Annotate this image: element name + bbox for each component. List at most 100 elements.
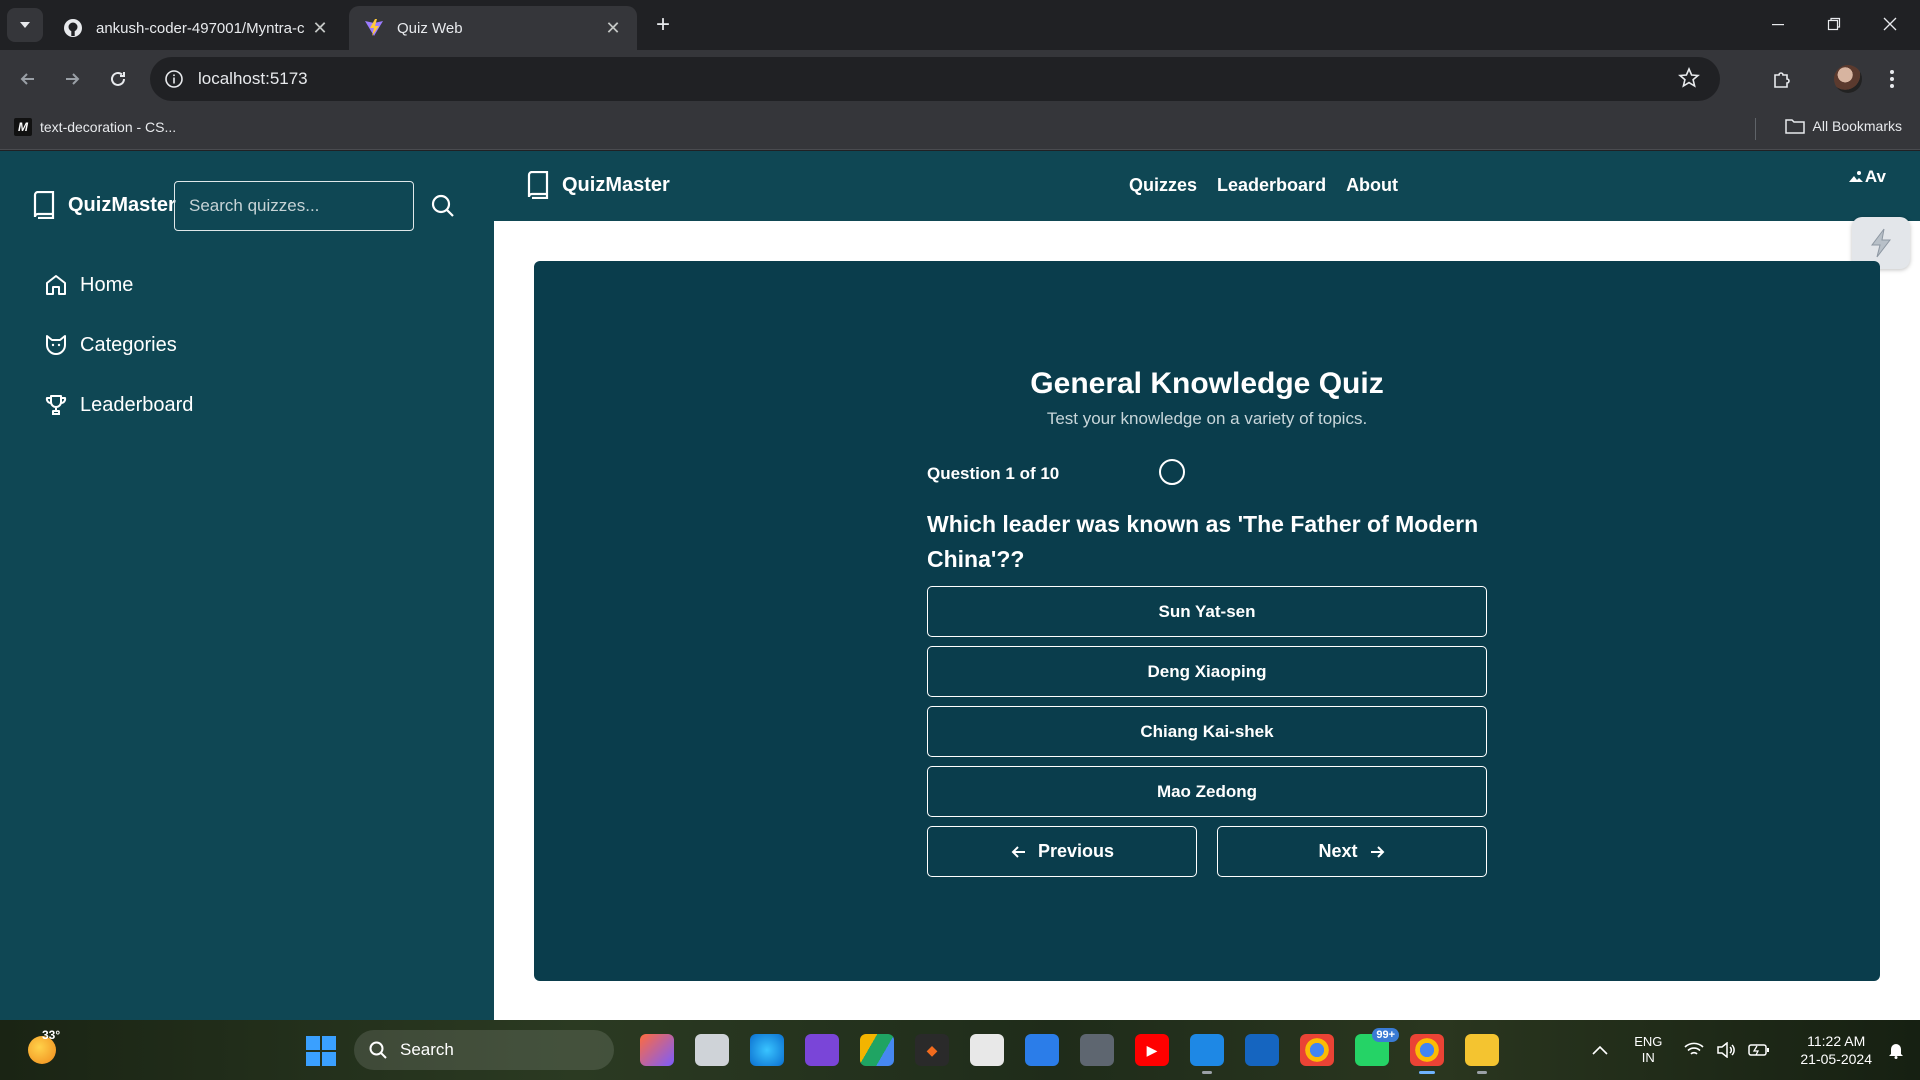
nav-link-leaderboard[interactable]: Leaderboard bbox=[1217, 175, 1326, 196]
google-drive-icon[interactable] bbox=[860, 1034, 894, 1066]
answer-option[interactable]: Deng Xiaoping bbox=[927, 646, 1487, 697]
sidebar-brand[interactable]: QuizMaster bbox=[32, 191, 176, 219]
answer-options: Sun Yat-sen Deng Xiaoping Chiang Kai-she… bbox=[927, 586, 1487, 826]
lang-code: ENG bbox=[1634, 1034, 1663, 1049]
search-icon[interactable] bbox=[430, 193, 456, 224]
search-icon bbox=[369, 1041, 387, 1059]
tab-search-button[interactable] bbox=[7, 8, 43, 42]
volume-icon[interactable] bbox=[1716, 1042, 1736, 1058]
close-window-button[interactable] bbox=[1862, 6, 1918, 42]
edge-icon[interactable] bbox=[750, 1034, 784, 1066]
close-icon[interactable]: ✕ bbox=[603, 18, 623, 39]
search-input[interactable] bbox=[174, 181, 414, 231]
taskbar-apps: ◆ ▶ 99+ bbox=[640, 1028, 1499, 1074]
calculator-icon[interactable] bbox=[1080, 1034, 1114, 1066]
battery-icon[interactable] bbox=[1748, 1043, 1770, 1057]
cat-icon bbox=[46, 335, 66, 355]
puzzle-icon bbox=[1774, 72, 1790, 88]
menu-button[interactable] bbox=[1876, 63, 1908, 95]
taskbar-search-label: Search bbox=[400, 1040, 454, 1059]
chevron-up-icon[interactable] bbox=[1592, 1045, 1608, 1055]
sidebar-item-home[interactable]: Home bbox=[44, 271, 193, 299]
brand-label: QuizMaster bbox=[562, 173, 670, 196]
answer-option[interactable]: Chiang Kai-shek bbox=[927, 706, 1487, 757]
forward-button[interactable] bbox=[56, 63, 88, 95]
minimize-icon bbox=[1772, 24, 1784, 26]
minimize-button[interactable] bbox=[1750, 6, 1806, 42]
chevron-down-icon bbox=[20, 22, 30, 28]
notification-badge: 99+ bbox=[1372, 1028, 1399, 1042]
windows-logo-icon bbox=[306, 1036, 320, 1050]
all-bookmarks-button[interactable]: All Bookmarks bbox=[1784, 118, 1902, 134]
user-avatar[interactable]: Av bbox=[1847, 167, 1886, 187]
navbar-links: Quizzes Leaderboard About bbox=[1129, 175, 1398, 196]
sidebar-item-categories[interactable]: Categories bbox=[44, 331, 193, 359]
wifi-icon[interactable] bbox=[1684, 1042, 1704, 1058]
clipchamp-icon[interactable] bbox=[805, 1034, 839, 1066]
figma-like-icon[interactable]: ◆ bbox=[915, 1034, 949, 1066]
bookmark-item[interactable]: M text-decoration - CS... bbox=[14, 118, 176, 136]
taskbar-search[interactable]: Search bbox=[354, 1030, 614, 1070]
extensions-button[interactable] bbox=[1766, 63, 1798, 95]
question-navigation: Previous Next bbox=[927, 826, 1487, 877]
close-icon[interactable]: ✕ bbox=[310, 18, 330, 39]
trophy-icon bbox=[45, 395, 67, 415]
sidebar-item-label: Home bbox=[80, 273, 134, 296]
start-button[interactable] bbox=[306, 1036, 336, 1066]
new-tab-button[interactable]: + bbox=[648, 10, 678, 40]
quiz-card: General Knowledge Quiz Test your knowled… bbox=[534, 261, 1880, 981]
sidebar: QuizMaster Home Categories Leaderboard bbox=[0, 151, 494, 1020]
time: 11:22 AM bbox=[1807, 1033, 1866, 1049]
kebab-menu-icon bbox=[1890, 70, 1894, 88]
github-icon bbox=[62, 17, 84, 39]
vpn-icon[interactable] bbox=[1245, 1034, 1279, 1066]
address-bar[interactable]: localhost:5173 bbox=[150, 57, 1720, 101]
lightning-icon bbox=[1871, 228, 1892, 258]
language-indicator[interactable]: ENG IN bbox=[1634, 1034, 1662, 1066]
close-icon bbox=[1883, 17, 1897, 31]
previous-label: Previous bbox=[1037, 841, 1115, 861]
nav-link-quizzes[interactable]: Quizzes bbox=[1129, 175, 1197, 196]
youtube-icon[interactable]: ▶ bbox=[1135, 1034, 1169, 1066]
page: QuizMaster Home Categories Leaderboard Q… bbox=[0, 151, 1920, 1020]
tab-title: Quiz Web bbox=[397, 19, 463, 37]
bell-icon[interactable] bbox=[1888, 1041, 1904, 1059]
chrome-icon[interactable] bbox=[1300, 1034, 1334, 1066]
photos-icon[interactable] bbox=[1025, 1034, 1059, 1066]
timer-circle-icon bbox=[1159, 459, 1185, 485]
arrow-right-icon bbox=[66, 73, 80, 85]
profile-button[interactable] bbox=[1832, 63, 1864, 95]
tab-quiz-web[interactable]: Quiz Web ✕ bbox=[349, 6, 637, 50]
sidebar-item-label: Categories bbox=[80, 333, 177, 356]
copilot-icon[interactable] bbox=[640, 1034, 674, 1066]
brand-label: QuizMaster bbox=[68, 193, 176, 216]
vscode-icon[interactable] bbox=[1190, 1034, 1224, 1074]
restore-button[interactable] bbox=[1806, 6, 1862, 42]
quiz-subtitle: Test your knowledge on a variety of topi… bbox=[1046, 409, 1368, 428]
bookmark-star-icon[interactable] bbox=[1678, 66, 1700, 94]
previous-button[interactable]: Previous bbox=[927, 826, 1197, 877]
sidebar-nav: Home Categories Leaderboard bbox=[44, 271, 193, 451]
book-icon bbox=[33, 191, 55, 219]
sidebar-item-leaderboard[interactable]: Leaderboard bbox=[44, 391, 193, 419]
whatsapp-icon[interactable]: 99+ bbox=[1355, 1028, 1399, 1066]
reload-button[interactable] bbox=[102, 63, 134, 95]
tab-github[interactable]: ankush-coder-497001/Myntra-c ✕ bbox=[48, 6, 344, 50]
clock[interactable]: 11:22 AM 21-05-2024 bbox=[1800, 1032, 1872, 1068]
mdn-icon: M bbox=[14, 118, 32, 136]
nav-link-about[interactable]: About bbox=[1346, 175, 1398, 196]
store-icon[interactable] bbox=[970, 1034, 1004, 1066]
navbar-brand[interactable]: QuizMaster bbox=[526, 171, 670, 199]
next-button[interactable]: Next bbox=[1217, 826, 1487, 877]
back-button[interactable] bbox=[12, 63, 44, 95]
region-code: IN bbox=[1641, 1050, 1655, 1065]
answer-option[interactable]: Sun Yat-sen bbox=[927, 586, 1487, 637]
task-view-icon[interactable] bbox=[695, 1034, 729, 1066]
answer-option[interactable]: Mao Zedong bbox=[927, 766, 1487, 817]
bookmarks-bar: M text-decoration - CS... All Bookmarks bbox=[0, 108, 1920, 150]
chrome-active-icon[interactable] bbox=[1410, 1034, 1444, 1074]
file-explorer-icon[interactable] bbox=[1465, 1034, 1499, 1074]
system-tray: ENG IN 11:22 AM 21-05-2024 bbox=[1592, 1020, 1920, 1080]
home-icon bbox=[46, 275, 66, 295]
browser-tabstrip: ankush-coder-497001/Myntra-c ✕ Quiz Web … bbox=[0, 0, 1920, 50]
